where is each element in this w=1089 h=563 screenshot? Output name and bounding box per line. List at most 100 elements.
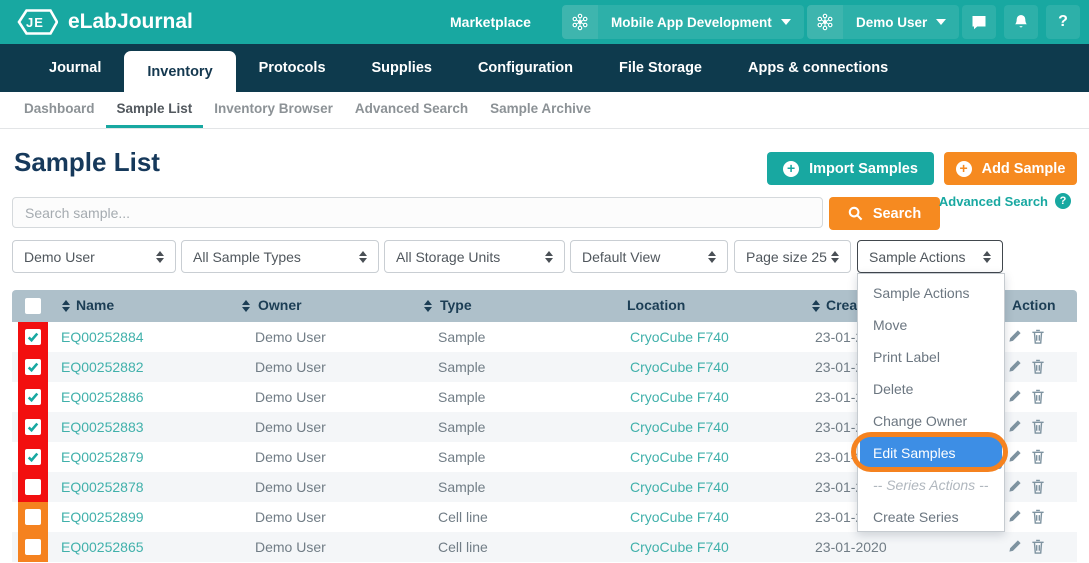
sort-arrows-icon [983, 251, 991, 263]
column-header-name[interactable]: Name [76, 297, 114, 313]
nav-tab-inventory[interactable]: Inventory [124, 51, 235, 92]
nav-tab-supplies[interactable]: Supplies [349, 44, 455, 92]
menu-item-sample-actions[interactable]: Sample Actions [858, 277, 1004, 309]
location-link[interactable]: CryoCube F740 [630, 539, 729, 555]
sample-name-link[interactable]: EQ00252886 [61, 389, 144, 405]
subnav-item-sample-list[interactable]: Sample List [106, 92, 204, 128]
add-sample-label: Add Sample [982, 161, 1066, 177]
type-cell: Cell line [438, 509, 488, 525]
edit-icon[interactable] [1008, 539, 1022, 558]
menu-item-edit-samples[interactable]: Edit Samples [860, 437, 1002, 469]
delete-icon[interactable] [1031, 389, 1045, 409]
subnav-item-advanced-search[interactable]: Advanced Search [344, 92, 479, 128]
marketplace-link[interactable]: Marketplace [450, 0, 531, 44]
column-header-owner[interactable]: Owner [258, 297, 302, 313]
filter-select-all-sample-types[interactable]: All Sample Types [181, 240, 379, 273]
sample-name-link[interactable]: EQ00252899 [61, 509, 144, 525]
row-checkbox[interactable] [25, 329, 41, 345]
delete-icon[interactable] [1031, 479, 1045, 499]
sample-name-link[interactable]: EQ00252883 [61, 419, 144, 435]
sample-name-link[interactable]: EQ00252865 [61, 539, 144, 555]
row-checkbox[interactable] [25, 509, 41, 525]
select-value: All Storage Units [396, 249, 500, 265]
nav-tab-journal[interactable]: Journal [26, 44, 124, 92]
help-button[interactable]: ? [1046, 5, 1080, 39]
add-sample-button[interactable]: Add Sample [944, 152, 1077, 185]
location-link[interactable]: CryoCube F740 [630, 419, 729, 435]
delete-icon[interactable] [1031, 329, 1045, 349]
edit-icon[interactable] [1008, 419, 1022, 438]
select-all-checkbox[interactable] [25, 298, 41, 314]
location-link[interactable]: CryoCube F740 [630, 449, 729, 465]
owner-cell: Demo User [255, 539, 326, 555]
delete-icon[interactable] [1031, 359, 1045, 379]
expiry-flag [18, 532, 48, 562]
notes-button[interactable] [962, 5, 996, 39]
notifications-button[interactable] [1004, 5, 1038, 39]
location-link[interactable]: CryoCube F740 [630, 359, 729, 375]
brand-name: eLabJournal [68, 10, 193, 34]
delete-icon[interactable] [1031, 419, 1045, 439]
sample-name-link[interactable]: EQ00252878 [61, 479, 144, 495]
menu-item-create-series[interactable]: Create Series [858, 501, 1004, 533]
main-navigation: JournalInventoryProtocolsSuppliesConfigu… [0, 44, 1089, 92]
menu-item-delete[interactable]: Delete [858, 373, 1004, 405]
row-checkbox[interactable] [25, 359, 41, 375]
subnav-item-dashboard[interactable]: Dashboard [13, 92, 106, 128]
edit-icon[interactable] [1008, 509, 1022, 528]
nav-tab-configuration[interactable]: Configuration [455, 44, 596, 92]
nav-tab-apps-connections[interactable]: Apps & connections [725, 44, 911, 92]
select-value: Demo User [24, 249, 95, 265]
column-header-location: Location [627, 297, 685, 313]
edit-icon[interactable] [1008, 329, 1022, 348]
expiry-flag [18, 442, 48, 472]
nav-tab-protocols[interactable]: Protocols [236, 44, 349, 92]
location-link[interactable]: CryoCube F740 [630, 479, 729, 495]
row-checkbox[interactable] [25, 449, 41, 465]
menu-item-series-actions[interactable]: -- Series Actions -- [858, 469, 1004, 501]
delete-icon[interactable] [1031, 449, 1045, 469]
user-selector[interactable]: Demo User [807, 5, 959, 39]
edit-icon[interactable] [1008, 389, 1022, 408]
filter-select-sample-actions[interactable]: Sample Actions [857, 240, 1003, 273]
edit-icon[interactable] [1008, 479, 1022, 498]
location-link[interactable]: CryoCube F740 [630, 389, 729, 405]
app-logo[interactable]: JE eLabJournal [12, 7, 193, 37]
search-input[interactable] [12, 197, 823, 228]
import-samples-button[interactable]: Import Samples [767, 152, 934, 185]
search-button-label: Search [873, 206, 921, 222]
row-checkbox[interactable] [25, 389, 41, 405]
delete-icon[interactable] [1031, 509, 1045, 529]
row-checkbox[interactable] [25, 539, 41, 555]
column-header-type[interactable]: Type [440, 297, 472, 313]
location-link[interactable]: CryoCube F740 [630, 329, 729, 345]
subnav-item-sample-archive[interactable]: Sample Archive [479, 92, 602, 128]
advanced-search-link[interactable]: Advanced Search [939, 193, 1071, 209]
inventory-sub-navigation: DashboardSample ListInventory BrowserAdv… [0, 92, 1089, 129]
sample-name-link[interactable]: EQ00252882 [61, 359, 144, 375]
filter-select-page-size-25[interactable]: Page size 25 [734, 240, 851, 273]
workgroup-molecule-icon [562, 5, 598, 39]
sample-name-link[interactable]: EQ00252884 [61, 329, 144, 345]
filter-select-demo-user[interactable]: Demo User [12, 240, 176, 273]
row-checkbox[interactable] [25, 479, 41, 495]
row-checkbox[interactable] [25, 419, 41, 435]
sample-name-link[interactable]: EQ00252879 [61, 449, 144, 465]
user-label: Demo User [856, 15, 927, 30]
edit-icon[interactable] [1008, 449, 1022, 468]
type-cell: Sample [438, 359, 485, 375]
edit-icon[interactable] [1008, 359, 1022, 378]
search-button[interactable]: Search [829, 197, 940, 230]
location-link[interactable]: CryoCube F740 [630, 509, 729, 525]
nav-tab-file-storage[interactable]: File Storage [596, 44, 725, 92]
menu-item-change-owner[interactable]: Change Owner [858, 405, 1004, 437]
filter-select-all-storage-units[interactable]: All Storage Units [384, 240, 565, 273]
filter-select-default-view[interactable]: Default View [570, 240, 728, 273]
delete-icon[interactable] [1031, 539, 1045, 559]
menu-item-print-label[interactable]: Print Label [858, 341, 1004, 373]
subnav-item-inventory-browser[interactable]: Inventory Browser [203, 92, 344, 128]
sort-arrows-icon [359, 251, 367, 263]
menu-item-move[interactable]: Move [858, 309, 1004, 341]
table-row: EQ00252865Demo UserCell lineCryoCube F74… [12, 532, 1077, 562]
workgroup-selector[interactable]: Mobile App Development [562, 5, 804, 39]
